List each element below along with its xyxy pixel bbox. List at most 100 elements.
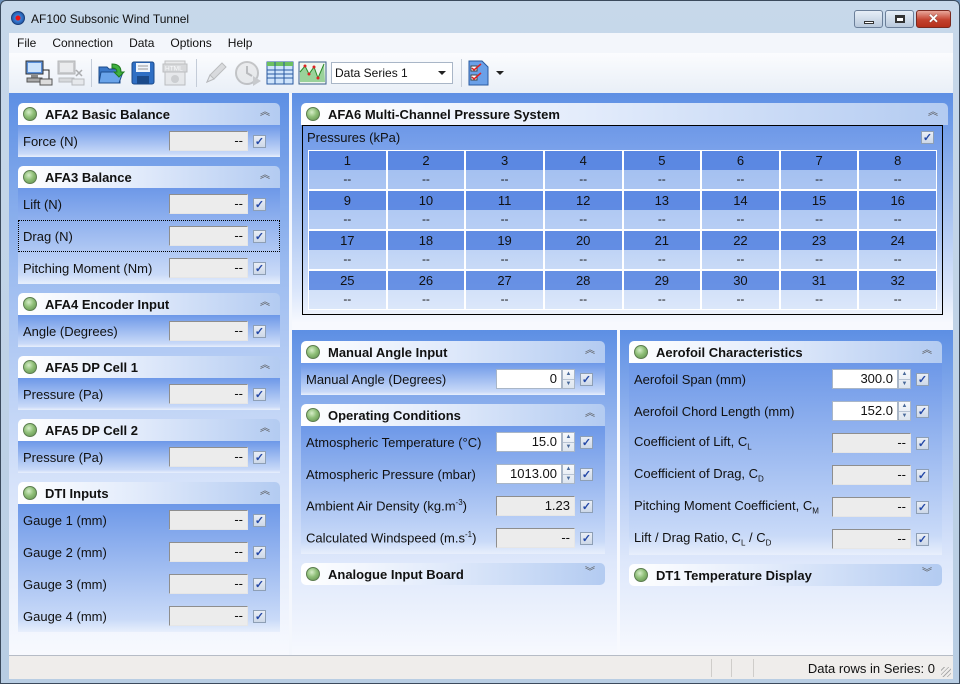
status-divider: [711, 659, 712, 677]
save-button[interactable]: [128, 58, 158, 88]
disconnect-button[interactable]: [55, 58, 85, 88]
angle-checkbox[interactable]: ✓: [253, 324, 266, 338]
spin-up-icon[interactable]: ▲: [899, 402, 910, 412]
collapse-chevron-icon[interactable]: ︽: [920, 344, 934, 358]
field-label: Ambient Air Density (kg.m-3): [306, 498, 467, 513]
report-button[interactable]: [466, 58, 490, 88]
pitching-moment-checkbox[interactable]: ✓: [253, 261, 266, 275]
gauge-2-checkbox[interactable]: ✓: [253, 545, 266, 559]
gauge-1-checkbox[interactable]: ✓: [253, 513, 266, 527]
gauge-4-checkbox[interactable]: ✓: [253, 609, 266, 623]
timer-button[interactable]: [233, 58, 263, 88]
chord-checkbox[interactable]: ✓: [916, 404, 929, 418]
maximize-button[interactable]: [885, 10, 914, 28]
expand-chevron-icon[interactable]: ︾: [920, 567, 934, 581]
left-pane: AFA2 Basic Balance ︽ Force (N) -- ✓ AFA3 Ba…: [9, 93, 289, 655]
chord-spinner[interactable]: ▲ ▼: [898, 401, 911, 421]
temperature-input[interactable]: 15.0: [496, 432, 562, 452]
spin-down-icon[interactable]: ▼: [563, 475, 574, 484]
connect-button[interactable]: [23, 58, 53, 88]
field-label: Atmospheric Pressure (mbar): [306, 466, 476, 482]
cm-checkbox[interactable]: ✓: [916, 500, 929, 514]
atm-pressure-input[interactable]: 1013.00: [496, 464, 562, 484]
span-spinner[interactable]: ▲ ▼: [898, 369, 911, 389]
report-dropdown-arrow[interactable]: [496, 71, 504, 75]
close-button[interactable]: ✕: [916, 10, 951, 28]
field-label: Gauge 1 (mm): [23, 512, 107, 528]
group-header[interactable]: Analogue Input Board ︾: [301, 563, 605, 585]
field-angle: Angle (Degrees) -- ✓: [18, 315, 280, 347]
menu-help[interactable]: Help: [220, 36, 261, 50]
status-led-icon: [306, 408, 320, 422]
collapse-chevron-icon[interactable]: ︽: [258, 485, 272, 499]
angle-value: --: [169, 321, 248, 341]
pressure-2-checkbox[interactable]: ✓: [253, 450, 266, 464]
chord-input[interactable]: 152.0: [832, 401, 898, 421]
collapse-chevron-icon[interactable]: ︽: [583, 344, 597, 358]
collapse-chevron-icon[interactable]: ︽: [258, 422, 272, 436]
title-bar: AF100 Subsonic Wind Tunnel ✕: [1, 1, 959, 33]
table-view-button[interactable]: [265, 58, 295, 88]
menu-file[interactable]: File: [9, 36, 44, 50]
group-header[interactable]: DT1 Temperature Display ︾: [629, 564, 942, 586]
group-header: AFA5 DP Cell 1 ︽: [18, 356, 280, 378]
manual-angle-spinner[interactable]: ▲ ▼: [562, 369, 575, 389]
collapse-chevron-icon[interactable]: ︽: [583, 407, 597, 421]
open-button[interactable]: [96, 58, 126, 88]
spin-up-icon[interactable]: ▲: [899, 370, 910, 380]
manual-angle-checkbox[interactable]: ✓: [580, 372, 593, 386]
label-text: Calculated Windspeed (m.s: [306, 530, 465, 546]
cl-checkbox[interactable]: ✓: [916, 436, 929, 450]
field-cd: Coefficient of Drag, CD -- ✓: [629, 459, 942, 491]
menu-connection[interactable]: Connection: [44, 36, 121, 50]
open-folder-icon: [98, 63, 126, 84]
menu-options[interactable]: Options: [162, 36, 219, 50]
air-density-checkbox[interactable]: ✓: [580, 499, 593, 513]
lift-checkbox[interactable]: ✓: [253, 197, 266, 211]
lift-drag-ratio-checkbox[interactable]: ✓: [916, 532, 929, 546]
collapse-chevron-icon[interactable]: ︽: [258, 296, 272, 310]
status-led-icon: [23, 170, 37, 184]
pressures-checkbox[interactable]: ✓: [921, 131, 934, 144]
label-subscript: D: [765, 538, 772, 548]
expand-chevron-icon[interactable]: ︾: [583, 566, 597, 580]
spin-down-icon[interactable]: ▼: [563, 443, 574, 452]
collapse-chevron-icon[interactable]: ︽: [258, 359, 272, 373]
menu-data[interactable]: Data: [121, 36, 162, 50]
group-aerofoil: Aerofoil Characteristics ︽ Aerofoil Span …: [629, 341, 942, 555]
drag-checkbox[interactable]: ✓: [253, 229, 266, 243]
spin-up-icon[interactable]: ▲: [563, 433, 574, 443]
spin-down-icon[interactable]: ▼: [899, 380, 910, 389]
data-series-dropdown[interactable]: Data Series 1: [331, 62, 453, 84]
pressure-1-checkbox[interactable]: ✓: [253, 387, 266, 401]
force-checkbox[interactable]: ✓: [253, 134, 266, 148]
windspeed-checkbox[interactable]: ✓: [580, 531, 593, 545]
gauge-3-checkbox[interactable]: ✓: [253, 577, 266, 591]
html-export-button[interactable]: HTML: [160, 58, 190, 88]
edit-button[interactable]: [201, 58, 231, 88]
field-label: Gauge 2 (mm): [23, 544, 107, 560]
spin-down-icon[interactable]: ▼: [899, 412, 910, 421]
resize-grip[interactable]: [941, 667, 951, 677]
span-checkbox[interactable]: ✓: [916, 372, 929, 386]
spin-down-icon[interactable]: ▼: [563, 380, 574, 389]
manual-angle-input[interactable]: 0: [496, 369, 562, 389]
field-label: Pitching Moment Coefficient, CM: [634, 498, 819, 516]
span-input[interactable]: 300.0: [832, 369, 898, 389]
spin-up-icon[interactable]: ▲: [563, 465, 574, 475]
minimize-button[interactable]: [854, 10, 883, 28]
group-header: AFA4 Encoder Input ︽: [18, 293, 280, 315]
collapse-chevron-icon[interactable]: ︽: [258, 106, 272, 120]
collapse-chevron-icon[interactable]: ︽: [258, 169, 272, 183]
temperature-checkbox[interactable]: ✓: [580, 435, 593, 449]
status-led-icon: [23, 423, 37, 437]
spin-up-icon[interactable]: ▲: [563, 370, 574, 380]
group-title: AFA2 Basic Balance: [45, 106, 171, 122]
chart-view-button[interactable]: [297, 58, 327, 88]
atm-pressure-checkbox[interactable]: ✓: [580, 467, 593, 481]
atm-pressure-spinner[interactable]: ▲ ▼: [562, 464, 575, 484]
collapse-chevron-icon[interactable]: ︽: [926, 106, 940, 120]
cd-checkbox[interactable]: ✓: [916, 468, 929, 482]
lift-value: --: [169, 194, 248, 214]
temperature-spinner[interactable]: ▲ ▼: [562, 432, 575, 452]
